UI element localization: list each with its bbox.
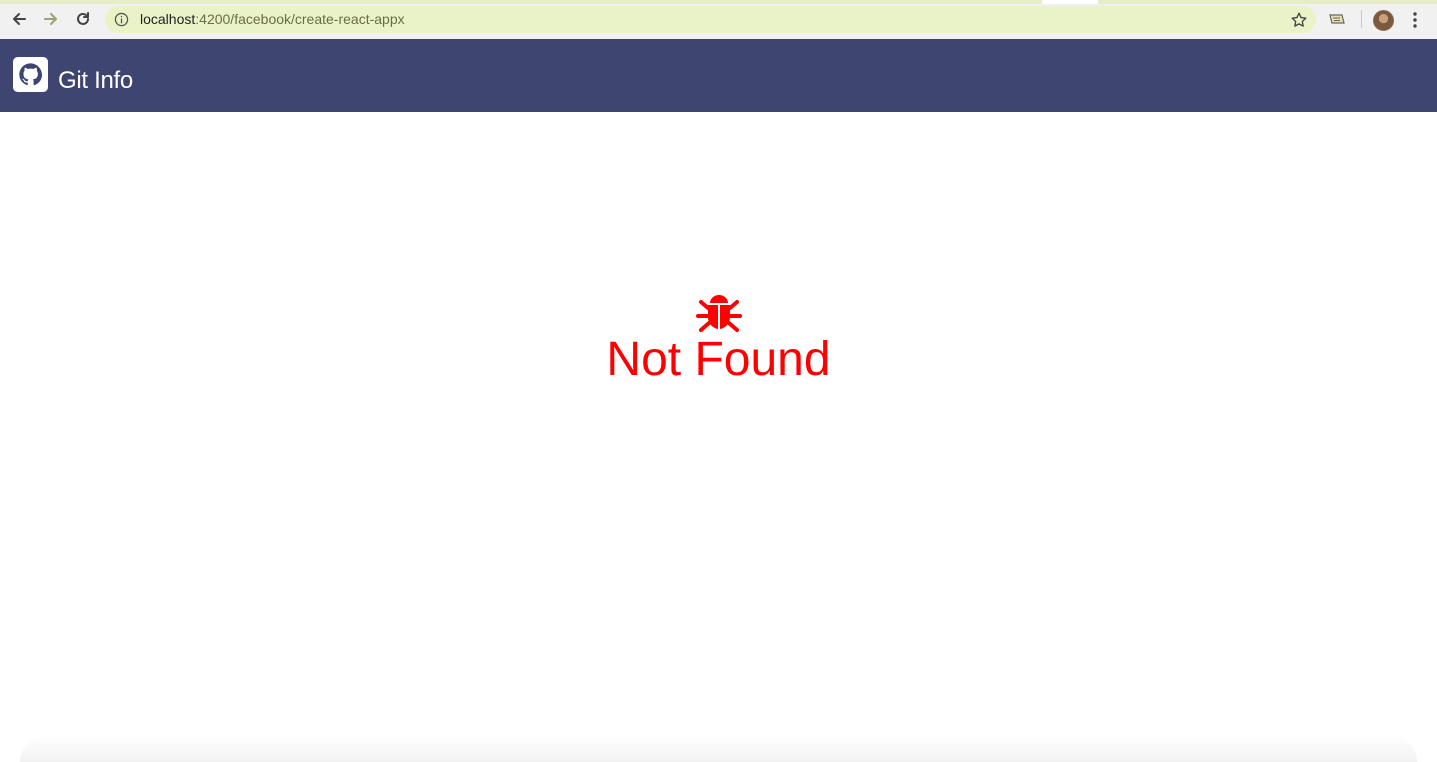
main-content: Not Found (0, 112, 1437, 762)
url-host: localhost (140, 11, 196, 27)
url-text[interactable]: localhost:4200/facebook/create-react-app… (140, 11, 405, 27)
url-path: :4200/facebook/create-react-appx (195, 11, 405, 27)
not-found-panel: Not Found (0, 288, 1437, 388)
reload-button[interactable] (72, 8, 94, 30)
kebab-menu-icon[interactable] (1409, 11, 1421, 29)
github-icon[interactable] (13, 57, 48, 92)
avatar[interactable] (1373, 10, 1394, 31)
forward-button[interactable] (40, 8, 62, 30)
forward-arrow-icon (44, 13, 57, 25)
not-found-message: Not Found (606, 333, 831, 386)
back-arrow-icon (13, 13, 26, 25)
address-bar[interactable]: localhost:4200/facebook/create-react-app… (105, 6, 1316, 33)
reload-icon (77, 12, 89, 25)
tab-strip (0, 0, 1437, 4)
active-tab-edge (1042, 0, 1098, 4)
app-title[interactable]: Git Info (58, 67, 133, 95)
star-icon[interactable] (1290, 11, 1308, 29)
extension-icon[interactable] (1328, 11, 1346, 27)
toolbar-divider (1361, 10, 1362, 28)
back-button[interactable] (8, 8, 30, 30)
bottom-shadow (20, 735, 1417, 762)
app-header: Git Info (0, 39, 1437, 112)
info-icon[interactable] (114, 12, 129, 27)
browser-toolbar: localhost:4200/facebook/create-react-app… (0, 0, 1437, 40)
bug-icon (695, 295, 742, 332)
